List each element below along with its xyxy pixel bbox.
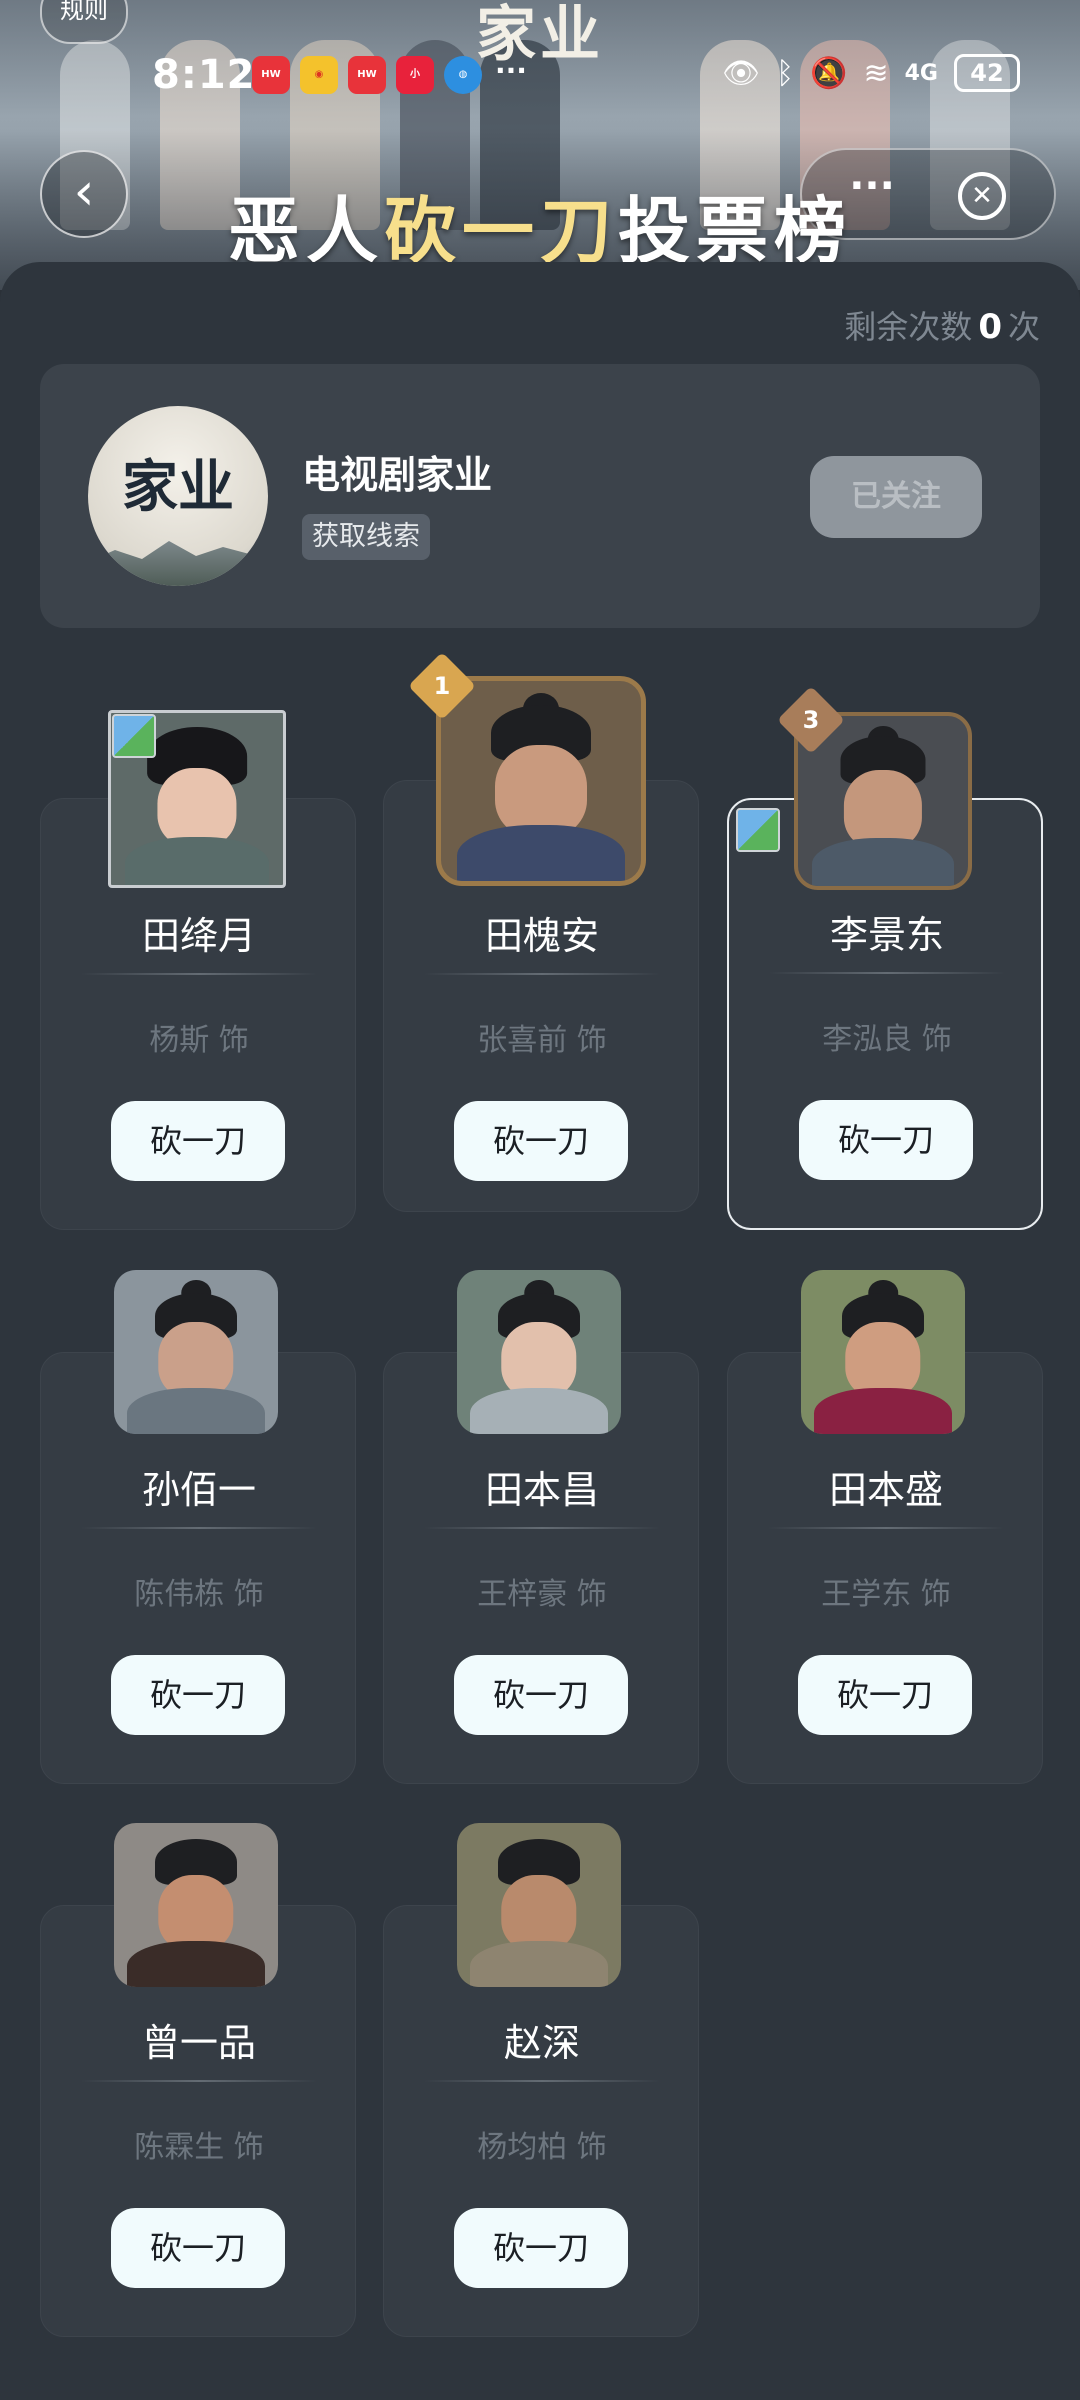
main-panel: 剩余次数 0 次 家业 电视剧家业 获取线索 已关注 田绛月 杨斯 饰 砍一刀 田槐… (0, 262, 1080, 2400)
character-avatar (457, 1270, 621, 1434)
divider (424, 2080, 660, 2082)
remaining-label: 剩余次数 (844, 308, 973, 346)
title-suffix: 投票榜 (618, 188, 853, 273)
divider (768, 1527, 1004, 1529)
avatar-face (158, 1322, 234, 1398)
avatar-robe (127, 1941, 265, 1987)
rank-badge: 1 (408, 652, 476, 720)
mute-icon: 🔕 (810, 55, 848, 91)
avatar-face (843, 770, 923, 849)
cut-button[interactable]: 砍一刀 (111, 1655, 285, 1735)
cut-button[interactable]: 砍一刀 (798, 1655, 972, 1735)
get-clues-button[interactable]: 获取线索 (302, 514, 430, 560)
eye-icon: 👁 (722, 55, 761, 91)
browser-icon: ◍ (444, 56, 482, 94)
character-name: 田绛月 (141, 914, 256, 958)
actor-name: 张喜前 饰 (477, 1023, 607, 1058)
show-logo: 家业 (122, 454, 234, 520)
status-indicators: 👁 ᛒ 🔕 ≋ 4G 42 (722, 54, 1020, 92)
character-avatar (801, 1270, 965, 1434)
avatar-robe (811, 838, 955, 886)
cut-button[interactable]: 砍一刀 (799, 1100, 973, 1180)
huawei-app-icon: HW (252, 56, 290, 94)
header-banner: 家业 规则 8:12 HW ◉ HW 小 ◍ ··· 👁 ᛒ 🔕 ≋ 4G 42… (0, 0, 1080, 290)
image-placeholder-icon (112, 714, 156, 758)
status-bar: 8:12 HW ◉ HW 小 ◍ ··· 👁 ᛒ 🔕 ≋ 4G 42 (0, 48, 1080, 102)
character-name: 曾一品 (141, 2021, 256, 2065)
avatar-face (501, 1875, 577, 1951)
huawei-app-icon: HW (348, 56, 386, 94)
avatar-robe (127, 1388, 265, 1434)
actor-name: 杨斯 饰 (149, 1023, 249, 1058)
more-notifications-icon: ··· (495, 56, 527, 87)
actor-name: 杨均柏 饰 (477, 2130, 607, 2165)
avatar-face (495, 745, 587, 837)
character-avatar (114, 1823, 278, 1987)
divider (81, 1527, 317, 1529)
divider (769, 972, 1005, 974)
image-placeholder-icon (736, 808, 780, 852)
remaining-count: 0 (978, 307, 1002, 347)
cut-button[interactable]: 砍一刀 (111, 2208, 285, 2288)
avatar-face (157, 768, 237, 848)
cut-button[interactable]: 砍一刀 (454, 2208, 628, 2288)
avatar-face (845, 1322, 921, 1398)
rank-number: 1 (433, 672, 451, 700)
actor-name: 陈霖生 饰 (134, 2130, 264, 2165)
notification-icons: HW ◉ HW 小 ◍ ··· (252, 56, 530, 94)
character-name: 赵深 (503, 2021, 580, 2065)
title-prefix: 恶人 (227, 188, 384, 273)
character-avatar (457, 1823, 621, 1987)
avatar-robe (457, 825, 625, 881)
character-name: 田本盛 (828, 1468, 943, 1512)
title-highlight: 砍一刀 (383, 188, 618, 273)
divider (424, 1527, 660, 1529)
actor-name: 陈伟栋 饰 (134, 1577, 264, 1612)
avatar-face (158, 1875, 234, 1951)
show-logo-scenery (88, 541, 268, 586)
avatar-robe (814, 1388, 952, 1434)
rules-button[interactable]: 规则 (40, 0, 128, 44)
status-time: 8:12 (152, 52, 256, 98)
character-name: 田本昌 (484, 1468, 599, 1512)
show-name: 电视剧家业 (302, 453, 493, 497)
screen: { "status_bar": { "time": "8:12", "signa… (0, 0, 1080, 2400)
weibo-icon: ◉ (300, 56, 338, 94)
rank-badge: 3 (777, 686, 845, 754)
character-name: 田槐安 (484, 914, 599, 958)
remaining-unit: 次 (1007, 308, 1040, 346)
character-name: 孙佰一 (141, 1468, 256, 1512)
divider (81, 973, 317, 975)
character-avatar (114, 1270, 278, 1434)
show-avatar: 家业 (88, 406, 268, 586)
wifi-icon: ≋ (863, 55, 889, 91)
avatar-robe (470, 1388, 608, 1434)
character-avatar (436, 676, 646, 886)
bluetooth-icon: ᛒ (776, 55, 795, 91)
cut-button[interactable]: 砍一刀 (454, 1655, 628, 1735)
cut-button[interactable]: 砍一刀 (454, 1101, 628, 1181)
xiaohongshu-icon: 小 (396, 56, 434, 94)
actor-name: 李泓良 饰 (822, 1022, 952, 1057)
actor-name: 王学东 饰 (821, 1577, 951, 1612)
rank-number: 3 (802, 706, 820, 734)
cut-button[interactable]: 砍一刀 (111, 1101, 285, 1181)
show-info-card: 家业 电视剧家业 获取线索 已关注 (40, 364, 1040, 628)
avatar-robe (124, 836, 270, 885)
divider (81, 2080, 317, 2082)
avatar-robe (470, 1941, 608, 1987)
signal-icon: 4G (904, 60, 938, 86)
battery-icon: 42 (954, 54, 1020, 92)
avatar-face (501, 1322, 577, 1398)
remaining-votes: 剩余次数 0 次 (844, 302, 1040, 348)
divider (424, 973, 660, 975)
actor-name: 王梓豪 饰 (477, 1577, 607, 1612)
follow-button[interactable]: 已关注 (810, 456, 982, 538)
character-name: 李景东 (829, 913, 944, 957)
